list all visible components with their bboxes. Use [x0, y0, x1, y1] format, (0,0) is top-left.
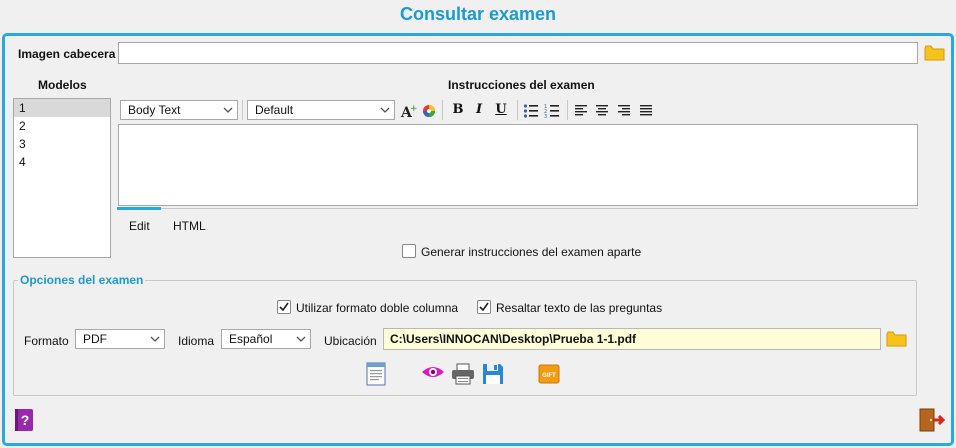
separate-instructions-label: Generar instrucciones del examen aparte [421, 245, 642, 259]
style-select-value: Body Text [128, 103, 181, 117]
font-select-value: Default [255, 103, 294, 117]
printer-icon[interactable] [451, 363, 475, 385]
tab-html[interactable]: HTML [173, 219, 206, 233]
models-list-item[interactable]: 3 [14, 135, 110, 153]
toolbar-divider [442, 100, 443, 120]
instructions-label: Instrucciones del examen [448, 78, 595, 92]
language-label: Idioma [178, 334, 215, 348]
tab-divider [161, 208, 918, 209]
highlight-label: Resaltar texto de las preguntas [496, 301, 663, 315]
highlight-checkbox[interactable] [477, 300, 491, 314]
color-palette-icon[interactable] [420, 102, 438, 120]
bold-button[interactable]: B [449, 101, 467, 119]
instructions-editor[interactable] [118, 124, 918, 206]
window-title: Consultar examen [399, 4, 557, 24]
help-icon[interactable]: ? [14, 408, 34, 432]
underline-button[interactable]: U [492, 101, 510, 119]
gift-label: GIFT [542, 373, 556, 379]
format-select[interactable]: PDF [75, 329, 165, 349]
save-icon[interactable] [482, 363, 504, 385]
tab-active-indicator [117, 207, 161, 210]
italic-button[interactable]: I [470, 101, 488, 119]
chevron-down-icon [150, 336, 160, 342]
toolbar-divider [242, 100, 243, 120]
eye-icon[interactable] [421, 364, 445, 380]
toolbar-divider [517, 100, 518, 120]
bullet-list-icon[interactable] [523, 103, 539, 119]
chevron-down-icon [223, 107, 233, 113]
gift-export-icon[interactable]: GIFT [538, 364, 560, 384]
folder-icon[interactable] [886, 331, 907, 347]
format-select-value: PDF [83, 332, 107, 346]
double-column-label: Utilizar formato doble columna [296, 301, 459, 315]
chevron-down-icon [380, 107, 390, 113]
checkmark-icon [279, 302, 289, 312]
models-list-item[interactable]: 2 [14, 117, 110, 135]
chevron-down-icon [296, 336, 306, 342]
models-list-item[interactable]: 4 [14, 153, 110, 171]
main-panel: Imagen cabecera Modelos 1 2 3 4 Instrucc… [2, 33, 954, 446]
checkmark-icon [479, 302, 489, 312]
align-center-icon[interactable] [595, 103, 609, 117]
options-legend: Opciones del examen [18, 273, 146, 287]
svg-text:3: 3 [544, 114, 547, 119]
location-input[interactable]: C:\Users\INNOCAN\Desktop\Prueba 1-1.pdf [383, 328, 881, 350]
tab-edit[interactable]: Edit [129, 219, 150, 233]
header-image-input[interactable] [118, 42, 918, 64]
toolbar-divider [567, 100, 568, 120]
models-list[interactable]: 1 2 3 4 [13, 98, 111, 258]
location-label: Ubicación [324, 334, 377, 348]
font-select[interactable]: Default [247, 100, 395, 120]
folder-icon[interactable] [924, 45, 945, 61]
models-label: Modelos [38, 78, 87, 92]
separate-instructions-checkbox[interactable] [402, 244, 416, 258]
exit-icon[interactable] [919, 408, 945, 432]
align-justify-icon[interactable] [639, 103, 653, 117]
align-left-icon[interactable] [574, 103, 588, 117]
language-select[interactable]: Español [221, 329, 311, 349]
language-select-value: Español [229, 332, 273, 346]
models-list-item[interactable]: 1 [14, 99, 110, 117]
numbered-list-icon[interactable]: 1 2 3 [544, 103, 560, 119]
align-right-icon[interactable] [617, 103, 631, 117]
document-icon[interactable] [366, 362, 386, 386]
format-label: Formato [24, 334, 69, 348]
svg-text:?: ? [21, 412, 30, 428]
svg-text:+: + [410, 104, 417, 114]
style-select[interactable]: Body Text [120, 100, 238, 120]
header-image-label: Imagen cabecera [18, 47, 116, 61]
font-size-icon[interactable]: A + [399, 102, 417, 120]
double-column-checkbox[interactable] [277, 300, 291, 314]
